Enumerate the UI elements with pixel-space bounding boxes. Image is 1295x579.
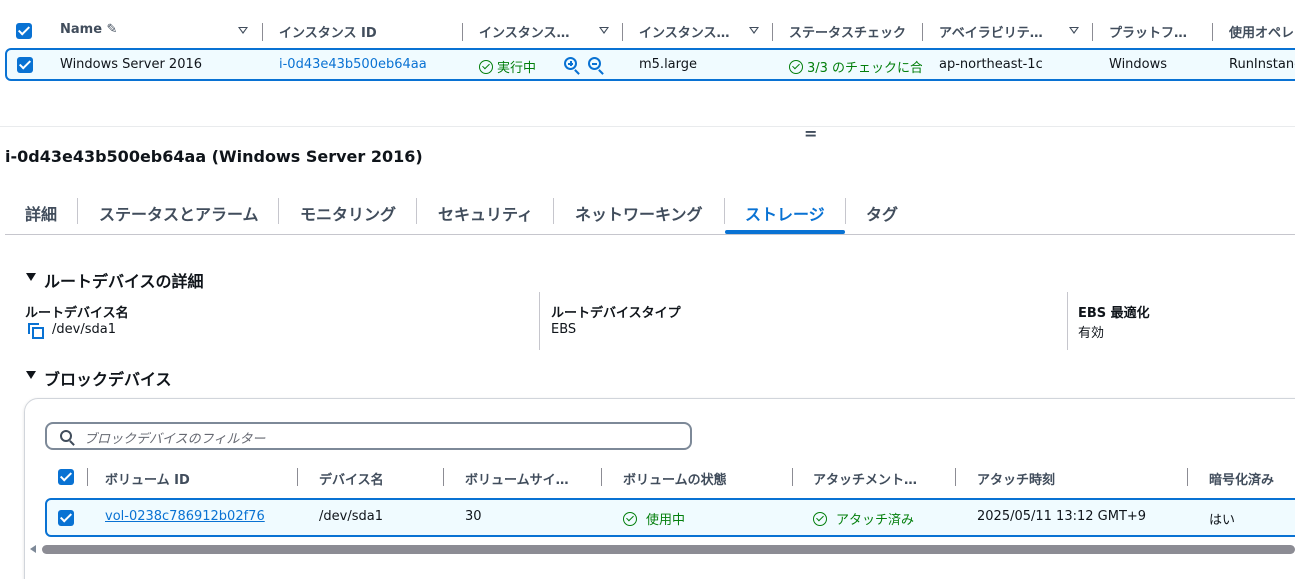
column-divider [539,292,540,350]
platform: Windows [1109,57,1168,72]
column-header-encrypted[interactable]: 暗号化済み [1209,469,1289,488]
column-divider[interactable] [601,468,602,486]
instance-name: Windows Server 2016 [60,57,203,72]
search-placeholder: ブロックデバイスのフィルター [84,432,266,447]
column-header-instance-id[interactable]: インスタンス ID [279,22,449,41]
block-device-filter-input[interactable]: ブロックデバイスのフィルター [45,422,692,450]
zoom-in-icon[interactable] [564,57,577,70]
status-check: 3/3 のチェックに合格 [789,57,922,76]
horizontal-scrollbar[interactable] [42,545,1295,554]
column-divider[interactable] [792,468,793,486]
select-all-checkbox[interactable] [16,23,32,39]
tab-storage[interactable]: ストレージ [745,201,825,225]
scroll-left-arrow[interactable] [30,545,36,553]
tab-tags[interactable]: タグ [866,201,898,225]
pencil-icon: ✎ [106,22,118,37]
column-divider [1067,292,1068,350]
tab-status-alarms[interactable]: ステータスとアラーム [99,201,259,225]
root-device-name-label: ルートデバイス名 [25,306,129,321]
status-positive-icon [789,60,803,74]
column-header-label: Name [60,22,103,37]
status-check-label: 3/3 のチェックに合格 [807,61,922,76]
availability-zone: ap-northeast-1c [939,57,1043,72]
column-header-volume-state[interactable]: ボリュームの状態 [623,469,783,488]
caret-down-icon[interactable] [26,371,36,379]
volume-size: 30 [465,509,482,524]
search-icon [60,430,72,442]
row-checkbox[interactable] [58,510,74,526]
column-header-attachment[interactable]: アタッチメント… [813,469,933,488]
caret-down-icon[interactable] [26,273,36,281]
tab-monitoring[interactable]: モニタリング [300,201,396,225]
volume-state: 使用中 [623,509,685,528]
column-divider[interactable] [297,468,298,486]
root-device-heading[interactable]: ルートデバイスの詳細 [44,268,204,292]
root-device-name-value: /dev/sda1 [52,322,116,337]
tab-divider [77,198,78,224]
column-divider[interactable] [772,23,773,41]
ebs-optimized-value: 有効 [1078,326,1105,341]
instance-id-link[interactable]: i-0d43e43b500eb64aa [279,57,427,72]
column-divider[interactable] [1187,468,1188,486]
tab-divider [845,198,846,224]
tab-divider [416,198,417,224]
column-header-instance-type[interactable]: インスタンス… [639,22,739,41]
column-divider[interactable] [922,23,923,41]
column-header-attach-time[interactable]: アタッチ時刻 [977,469,1157,488]
usage-operation: RunInstances [1229,57,1295,72]
instance-type: m5.large [639,57,698,72]
chevron-down-icon[interactable] [749,27,759,34]
attachment-status-label: アタッチ済み [836,513,915,528]
status-positive-icon [479,60,493,74]
instance-state: 実行中 [479,57,536,76]
column-header-availability-zone[interactable]: アベイラビリテ… [939,22,1057,41]
tabs-underline [5,234,1295,235]
tab-details[interactable]: 詳細 [25,201,57,225]
root-device-type-value: EBS [551,322,577,337]
chevron-down-icon[interactable] [1069,27,1079,34]
tab-security[interactable]: セキュリティ [438,201,533,225]
volume-state-label: 使用中 [646,513,686,528]
copy-icon[interactable] [28,323,44,339]
column-header-status-check[interactable]: ステータスチェック [789,22,907,41]
column-divider[interactable] [955,468,956,486]
panel-divider [0,126,1295,127]
tab-networking[interactable]: ネットワーキング [575,201,703,225]
status-positive-icon [813,512,827,526]
column-divider[interactable] [622,23,623,41]
column-header-name[interactable]: Name ✎ [60,22,120,37]
column-header-platform[interactable]: プラットフ… [1109,22,1199,41]
column-divider[interactable] [462,23,463,41]
column-divider[interactable] [262,23,263,41]
block-devices-heading[interactable]: ブロックデバイス [44,366,172,390]
column-header-instance-state[interactable]: インスタンス… [479,22,587,41]
instance-state-label: 実行中 [497,61,537,76]
tab-divider [553,198,554,224]
select-all-checkbox[interactable] [58,469,74,485]
volume-id-link[interactable]: vol-0238c786912b02f76 [105,509,265,524]
column-divider[interactable] [1092,23,1093,41]
encrypted: はい [1209,513,1236,528]
device-name: /dev/sda1 [319,509,383,524]
tab-divider [278,198,279,224]
column-header-device-name[interactable]: デバイス名 [319,469,429,488]
zoom-out-icon[interactable] [588,57,601,70]
resize-handle[interactable]: = [804,124,817,143]
row-checkbox[interactable] [17,57,33,73]
column-header-volume-id[interactable]: ボリューム ID [105,469,285,488]
ebs-optimized-label: EBS 最適化 [1078,306,1150,321]
column-divider[interactable] [87,468,88,486]
column-divider[interactable] [443,468,444,486]
panel-title: i-0d43e43b500eb64aa (Windows Server 2016… [5,147,423,166]
attach-time: 2025/05/11 13:12 GMT+9 [977,509,1147,524]
attachment-status: アタッチ済み [813,509,914,528]
tab-divider [724,198,725,224]
root-device-type-label: ルートデバイスタイプ [551,306,681,321]
column-header-volume-size[interactable]: ボリュームサイ… [465,469,580,488]
column-divider[interactable] [1212,23,1213,41]
chevron-down-icon[interactable] [238,27,248,34]
column-header-usage-operation[interactable]: 使用オペレ [1229,22,1295,41]
status-positive-icon [623,512,637,526]
chevron-down-icon[interactable] [599,27,609,34]
